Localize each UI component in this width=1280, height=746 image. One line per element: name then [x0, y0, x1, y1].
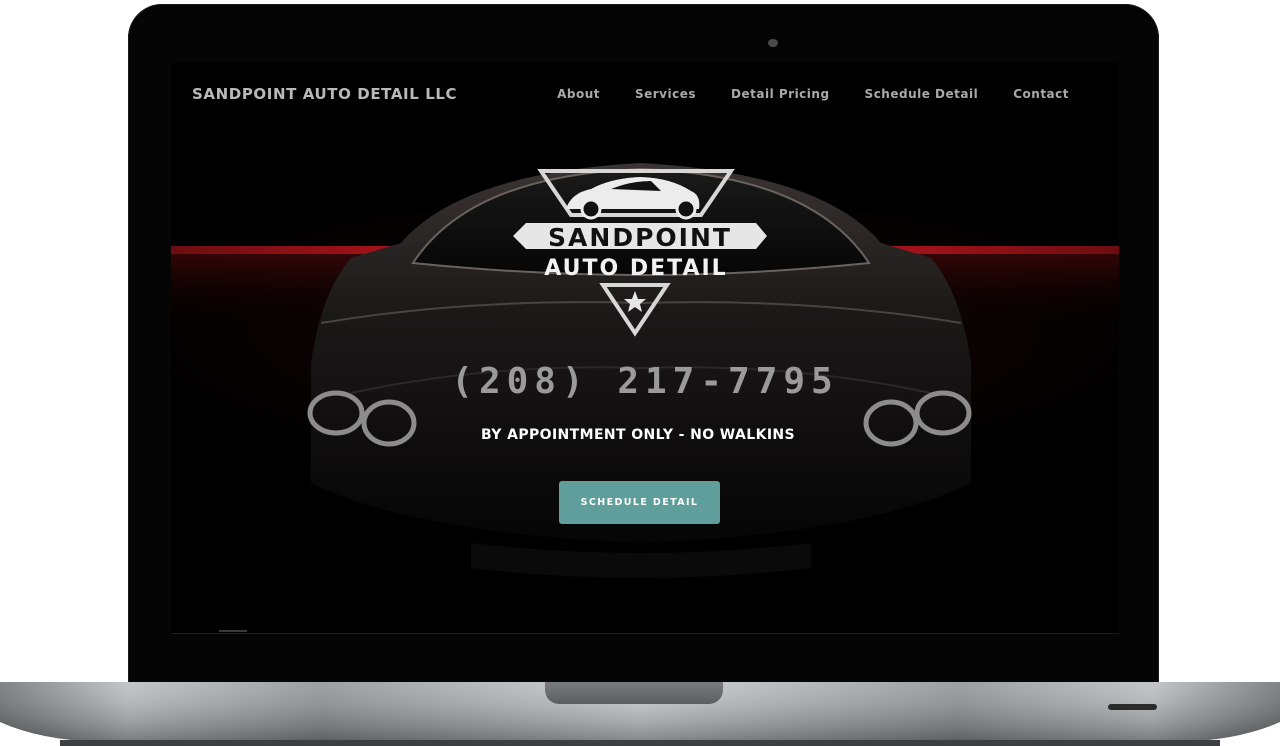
opening-notch [545, 682, 723, 704]
logo-line2: AUTO DETAIL [544, 256, 727, 281]
main-nav: About Services Detail Pricing Schedule D… [557, 87, 1069, 101]
schedule-detail-button[interactable]: SCHEDULE DETAIL [559, 481, 720, 524]
nav-services[interactable]: Services [635, 87, 696, 101]
laptop-screen: SANDPOINT AUTO DETAIL SANDPOINT AUTO DET… [171, 63, 1119, 634]
hero-background: SANDPOINT AUTO DETAIL [171, 63, 1119, 633]
phone-number[interactable]: (208) 217-7795 [171, 361, 1119, 402]
side-port [1108, 704, 1157, 710]
laptop-mockup: SANDPOINT AUTO DETAIL SANDPOINT AUTO DET… [0, 0, 1280, 746]
webcam [768, 39, 778, 47]
nav-contact[interactable]: Contact [1013, 87, 1069, 101]
logo-line1: SANDPOINT [548, 223, 732, 252]
nav-detail-pricing[interactable]: Detail Pricing [731, 87, 830, 101]
nav-schedule-detail[interactable]: Schedule Detail [865, 87, 979, 101]
scroll-indicator [219, 630, 247, 632]
appointment-tagline: BY APPOINTMENT ONLY - NO WALKINS [480, 427, 796, 443]
site-brand[interactable]: SANDPOINT AUTO DETAIL LLC [192, 85, 457, 103]
nav-about[interactable]: About [557, 87, 600, 101]
